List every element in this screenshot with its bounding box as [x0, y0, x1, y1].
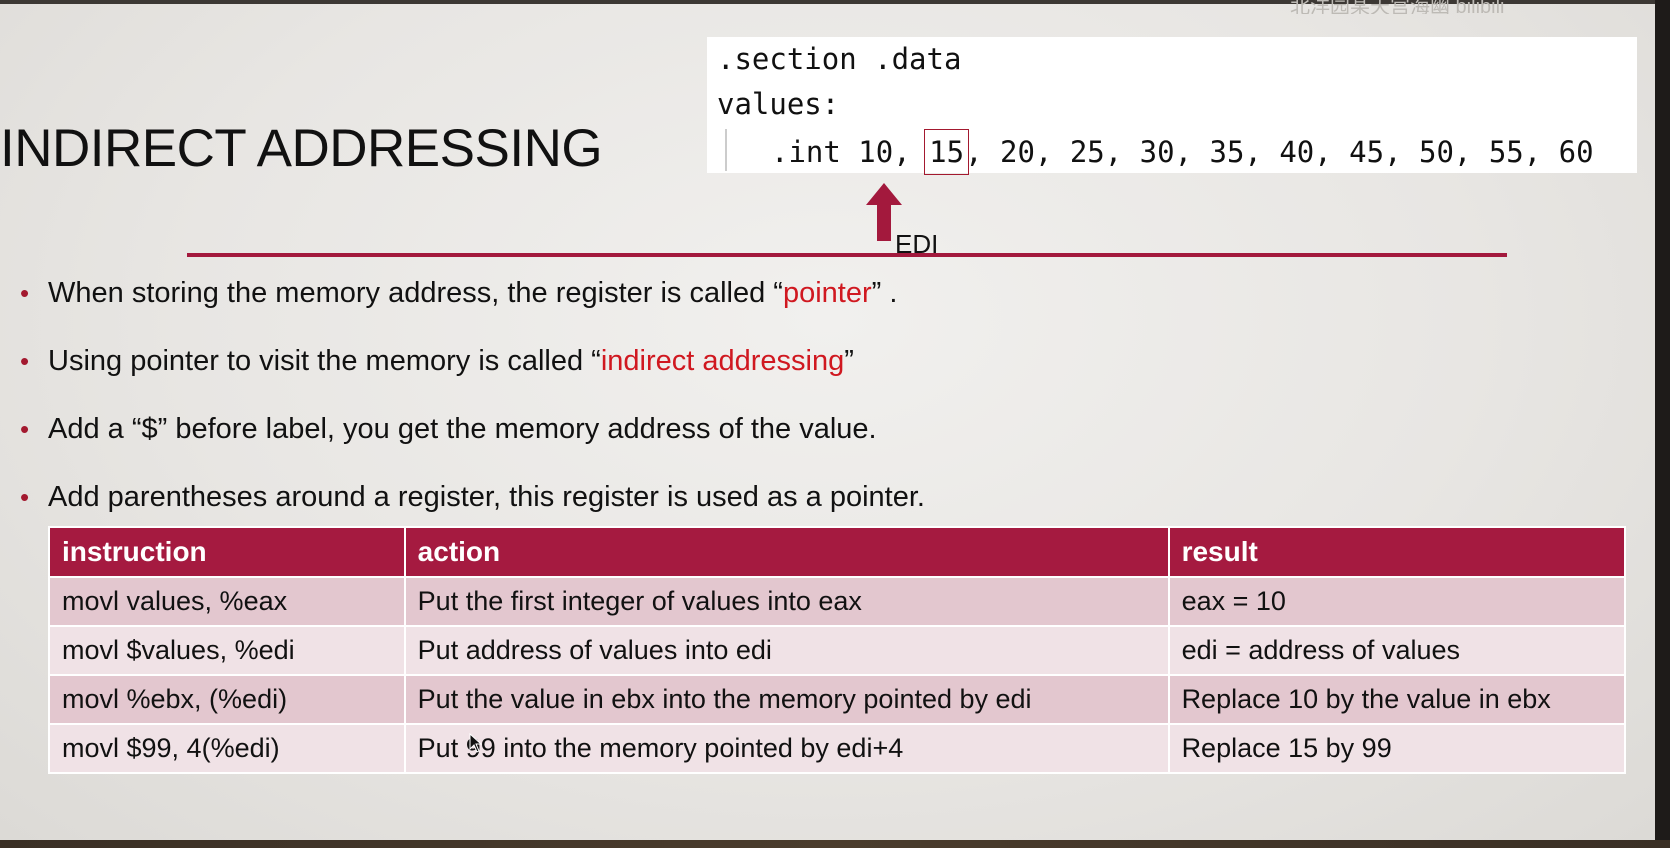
- window-edge-right: [1655, 0, 1670, 848]
- bullet-list: • When storing the memory address, the r…: [20, 270, 925, 542]
- term-indirect-addressing: indirect addressing: [600, 345, 845, 377]
- cell-instruction: movl $values, %edi: [48, 625, 406, 676]
- code-int-suffix: , 20, 25, 30, 35, 40, 45, 50, 55, 60: [965, 135, 1594, 169]
- mouse-cursor-icon: [469, 733, 483, 753]
- watermark: 北洋园某天宫海幽 bilibili: [1290, 0, 1505, 14]
- window-edge-bottom: [0, 840, 1670, 848]
- bullet-item: • When storing the memory address, the r…: [20, 270, 925, 338]
- table-row: movl values, %eax Put the first integer …: [48, 576, 1627, 627]
- cell-action: Put the first integer of values into eax: [403, 576, 1170, 627]
- slide: 北洋园某天宫海幽 bilibili INDIRECT ADDRESSING .s…: [0, 0, 1655, 840]
- cell-action: Put 99 into the memory pointed by edi+4: [403, 723, 1170, 774]
- cell-result: Replace 15 by 99: [1167, 723, 1627, 774]
- term-pointer: pointer: [782, 277, 872, 309]
- bullet-dot-icon: •: [20, 482, 30, 512]
- highlighted-value: 15: [924, 129, 970, 175]
- code-line-section: .section .data: [717, 42, 962, 76]
- cell-instruction: movl %ebx, (%edi): [48, 674, 406, 725]
- slide-title: INDIRECT ADDRESSING: [0, 119, 603, 178]
- table-header-row: instruction action result: [48, 526, 1627, 578]
- cell-result: Replace 10 by the value in ebx: [1167, 674, 1627, 725]
- column-header-instruction: instruction: [48, 526, 406, 578]
- column-header-action: action: [403, 526, 1170, 578]
- cell-instruction: movl $99, 4(%edi): [48, 723, 406, 774]
- cell-result: edi = address of values: [1167, 625, 1627, 676]
- cell-action: Put address of values into edi: [403, 625, 1170, 676]
- cell-instruction: movl values, %eax: [48, 576, 406, 627]
- code-int-prefix: .int 10,: [771, 135, 929, 169]
- bullet-dot-icon: •: [20, 346, 30, 376]
- cell-action: Put the value in ebx into the memory poi…: [403, 674, 1170, 725]
- table-row: movl %ebx, (%edi) Put the value in ebx i…: [48, 674, 1627, 725]
- code-indent-guide: [725, 129, 727, 171]
- cell-result: eax = 10: [1167, 576, 1627, 627]
- title-divider: [187, 253, 1507, 257]
- column-header-result: result: [1167, 526, 1627, 578]
- table-row: movl $99, 4(%edi) Put 99 into the memory…: [48, 723, 1627, 774]
- bullet-item: • Using pointer to visit the memory is c…: [20, 338, 925, 406]
- bullet-dot-icon: •: [20, 278, 30, 308]
- code-block: .section .data values: .int 10, 15, 20, …: [707, 37, 1637, 175]
- table-row: movl $values, %edi Put address of values…: [48, 625, 1627, 676]
- bullet-item: • Add a “$” before label, you get the me…: [20, 406, 925, 474]
- bullet-dot-icon: •: [20, 414, 30, 444]
- code-line-label: values:: [717, 87, 840, 121]
- code-line-int: .int 10, 15, 20, 25, 30, 35, 40, 45, 50,…: [771, 129, 1594, 175]
- instruction-table: instruction action result movl values, %…: [48, 526, 1627, 774]
